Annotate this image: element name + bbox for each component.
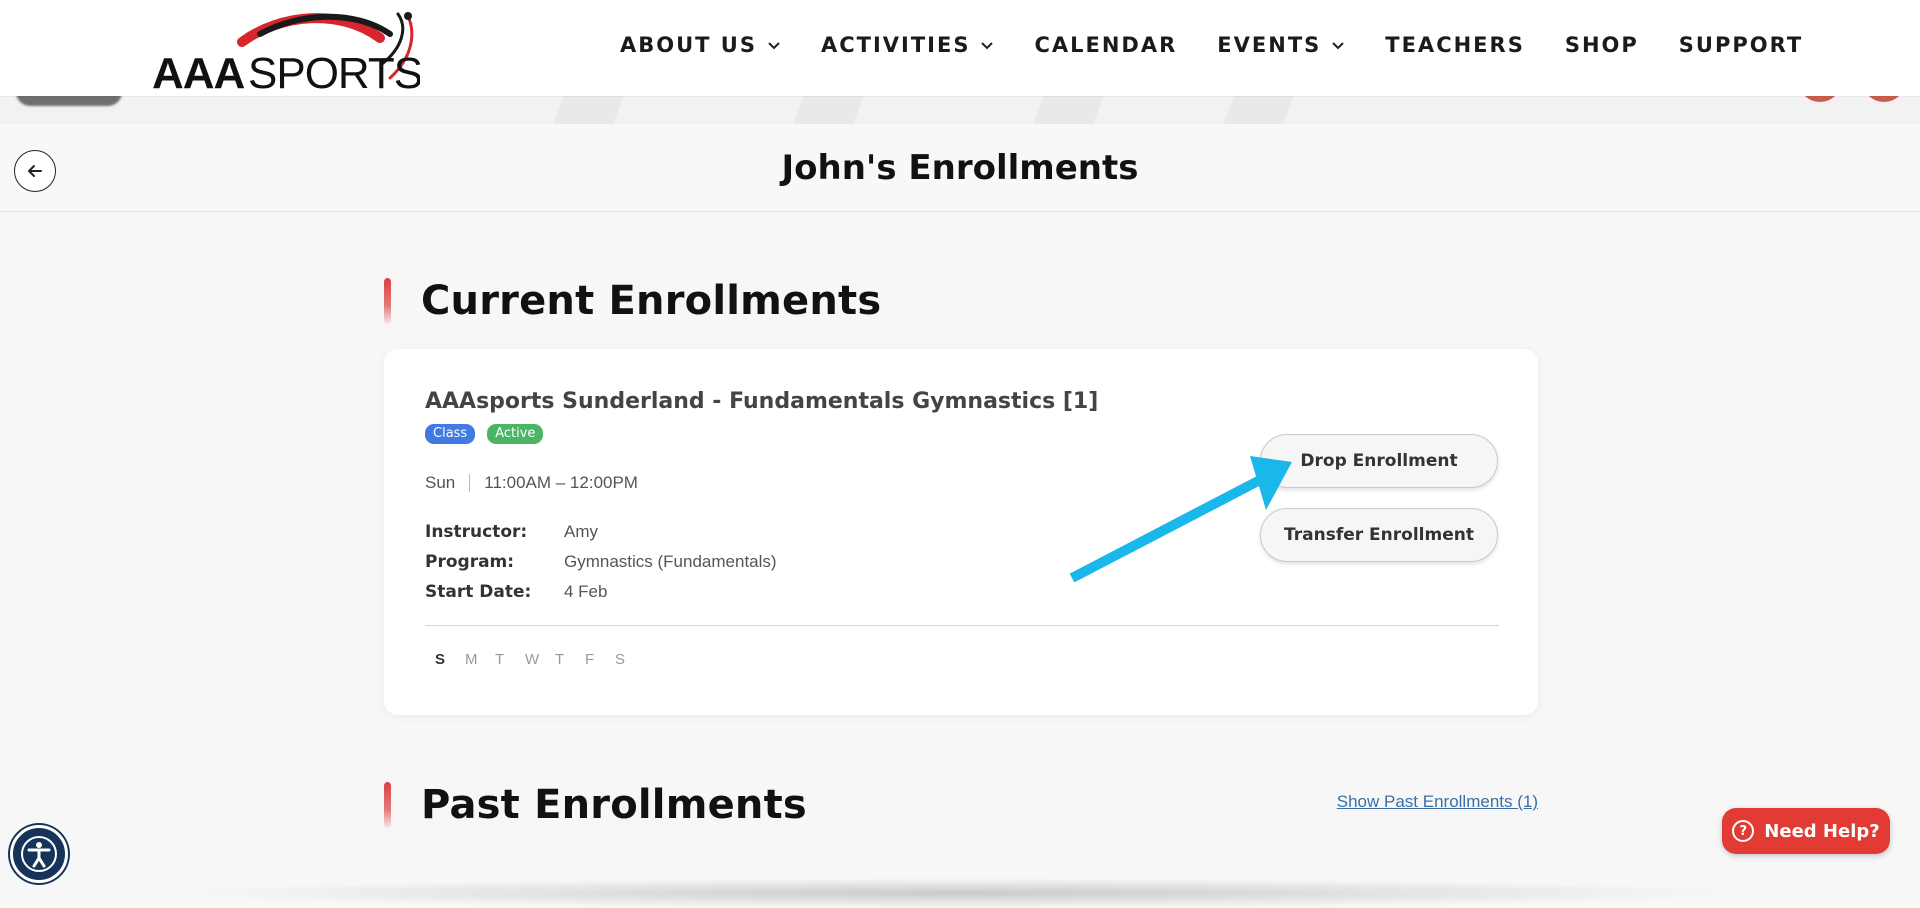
detail-value: Amy bbox=[564, 522, 598, 541]
enrollment-details: Instructor: Amy Program: Gymnastics (Fun… bbox=[425, 517, 777, 607]
weekday-friday: F bbox=[585, 651, 596, 668]
svg-text:SPORTS: SPORTS bbox=[248, 49, 420, 94]
help-question-icon: ? bbox=[1732, 820, 1755, 842]
current-enrollments-heading: Current Enrollments bbox=[384, 278, 881, 324]
nav-label: SHOP bbox=[1564, 33, 1639, 57]
detail-value: 4 Feb bbox=[564, 582, 608, 601]
course-title: AAAsports Sunderland - Fundamentals Gymn… bbox=[425, 389, 1099, 414]
enrollment-card: AAAsports Sunderland - Fundamentals Gymn… bbox=[384, 349, 1538, 715]
hero-decoration bbox=[1862, 96, 1906, 102]
nav-activities[interactable]: ACTIVITIES bbox=[821, 33, 994, 57]
weekday-tuesday: T bbox=[495, 651, 506, 668]
nav-teachers[interactable]: TEACHERS bbox=[1385, 33, 1525, 57]
weekday-saturday: S bbox=[615, 651, 627, 668]
nav-label: CALENDAR bbox=[1034, 33, 1178, 57]
past-enrollments-heading: Past Enrollments bbox=[384, 782, 807, 828]
hero-decoration bbox=[549, 96, 631, 124]
transfer-enrollment-button[interactable]: Transfer Enrollment bbox=[1260, 508, 1498, 562]
schedule: Sun 11:00AM – 12:00PM bbox=[425, 473, 638, 493]
hero-decoration bbox=[1798, 96, 1842, 102]
detail-label: Start Date: bbox=[425, 582, 532, 602]
nav-support[interactable]: SUPPORT bbox=[1679, 33, 1803, 57]
hero-decoration bbox=[16, 96, 122, 106]
schedule-day: Sun bbox=[425, 473, 456, 492]
nav-about-us[interactable]: ABOUT US bbox=[620, 33, 781, 57]
hero-banner-edge bbox=[0, 96, 1920, 124]
footer-shadow bbox=[170, 878, 1750, 908]
chevron-down-icon bbox=[981, 42, 994, 50]
chevron-down-icon bbox=[768, 42, 780, 50]
nav-label: TEACHERS bbox=[1385, 33, 1525, 57]
help-label: Need Help? bbox=[1764, 820, 1880, 842]
main-nav: ABOUT US ACTIVITIES CALENDAR EVENTS TEAC… bbox=[620, 28, 1803, 62]
schedule-divider bbox=[469, 474, 471, 492]
section-title: Past Enrollments bbox=[421, 782, 807, 828]
card-divider bbox=[425, 625, 1499, 626]
detail-row-start-date: Start Date: 4 Feb bbox=[425, 577, 777, 607]
nav-label: SUPPORT bbox=[1678, 33, 1804, 57]
weekday-thursday: T bbox=[555, 651, 566, 668]
detail-value: Gymnastics (Fundamentals) bbox=[564, 552, 777, 571]
nav-label: ABOUT US bbox=[620, 33, 757, 57]
detail-row-instructor: Instructor: Amy bbox=[425, 517, 777, 547]
nav-label: ACTIVITIES bbox=[820, 33, 971, 57]
accessibility-icon bbox=[21, 836, 57, 872]
nav-calendar[interactable]: CALENDAR bbox=[1034, 33, 1177, 57]
section-accent bbox=[384, 278, 391, 324]
detail-label: Instructor: bbox=[425, 522, 528, 542]
logo-graphic: AAA SPORTS bbox=[152, 12, 420, 94]
nav-label: EVENTS bbox=[1217, 33, 1322, 57]
enrollment-badges: Class Active bbox=[425, 424, 555, 444]
drop-enrollment-button[interactable]: Drop Enrollment bbox=[1260, 434, 1498, 488]
page-title: John's Enrollments bbox=[781, 148, 1139, 188]
weekday-monday: M bbox=[465, 651, 479, 668]
detail-label: Program: bbox=[425, 552, 515, 572]
svg-text:AAA: AAA bbox=[152, 49, 245, 94]
weekday-wednesday: W bbox=[525, 651, 541, 668]
site-header: AAA SPORTS ABOUT US ACTIVITIES CALENDAR … bbox=[0, 0, 1920, 96]
schedule-time: 11:00AM – 12:00PM bbox=[484, 473, 638, 492]
class-badge: Class bbox=[425, 424, 476, 444]
nav-events[interactable]: EVENTS bbox=[1217, 33, 1345, 57]
weekday-indicator: S M T W T F S bbox=[435, 651, 645, 668]
detail-row-program: Program: Gymnastics (Fundamentals) bbox=[425, 547, 777, 577]
nav-shop[interactable]: SHOP bbox=[1565, 33, 1639, 57]
show-past-enrollments-link[interactable]: Show Past Enrollments (1) bbox=[1334, 792, 1538, 812]
aaasports-logo[interactable]: AAA SPORTS bbox=[150, 4, 420, 94]
accessibility-button[interactable] bbox=[10, 825, 68, 883]
chevron-down-icon bbox=[1332, 42, 1344, 50]
section-title: Current Enrollments bbox=[421, 278, 882, 324]
hero-decoration bbox=[789, 96, 871, 124]
page-titlebar: John's Enrollments bbox=[0, 124, 1920, 212]
need-help-button[interactable]: ? Need Help? bbox=[1722, 808, 1890, 854]
section-accent bbox=[384, 782, 391, 828]
status-badge: Active bbox=[487, 424, 544, 444]
hero-decoration bbox=[1029, 96, 1111, 124]
hero-decoration bbox=[1219, 96, 1301, 124]
weekday-sunday: S bbox=[435, 651, 447, 668]
